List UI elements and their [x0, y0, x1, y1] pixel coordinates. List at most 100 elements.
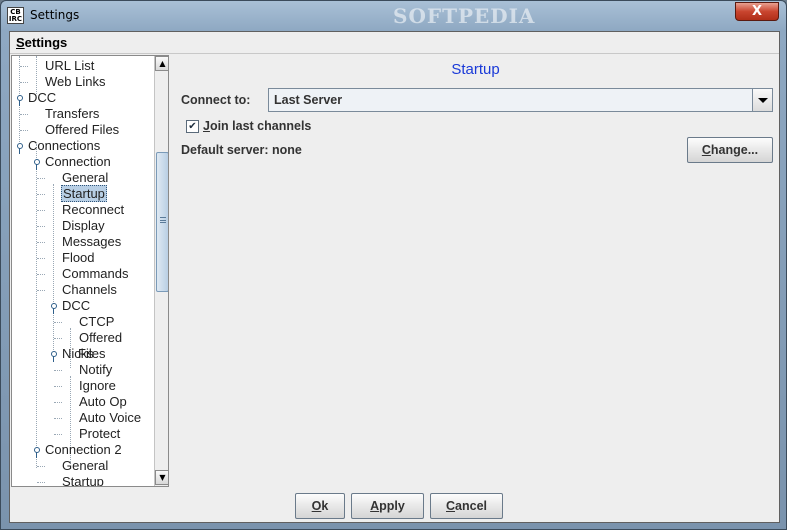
tree-item[interactable]: Transfers [44, 106, 100, 122]
tree-connector [37, 274, 45, 275]
tree-item[interactable]: DCC [27, 90, 57, 106]
tree-item-label: Startup [61, 185, 107, 202]
connect-to-value: Last Server [274, 93, 343, 107]
scroll-thumb[interactable] [156, 152, 168, 292]
tree-item-label: Protect [79, 426, 121, 441]
watermark: SOFTPEDIA [393, 4, 536, 28]
tree-item-label: Display [62, 218, 105, 233]
tree-item[interactable]: Offered Files [44, 122, 120, 138]
tree-item[interactable]: Web Links [44, 74, 106, 90]
settings-window: CB IRC Settings SOFTPEDIA X Settings URL… [0, 0, 787, 530]
tree-item-label: Connections [28, 138, 101, 153]
tree-item[interactable]: CTCP [78, 314, 115, 330]
tree-expand-handle-icon[interactable] [15, 138, 23, 154]
tree-item-label: URL List [45, 58, 95, 73]
apply-button[interactable]: Apply [351, 493, 424, 519]
dialog-button-bar: Ok Apply Cancel [10, 488, 779, 522]
connect-to-select[interactable]: Last Server [268, 88, 773, 112]
tree-expand-handle-icon[interactable] [49, 346, 57, 362]
tree-item[interactable]: General [61, 458, 109, 474]
window-title: Settings [30, 8, 80, 22]
ok-button[interactable]: Ok [295, 493, 345, 519]
title-bar[interactable]: CB IRC Settings SOFTPEDIA X [1, 1, 786, 30]
tree-item-label: DCC [62, 298, 91, 313]
tree-expand-handle-icon[interactable] [32, 154, 40, 170]
tree-connector [37, 258, 45, 259]
tree-item[interactable]: Display [61, 218, 106, 234]
content-panel: Startup Connect to: Last Server ✔ Join l… [172, 55, 779, 487]
tree-scrollbar[interactable]: ▲ ▼ [154, 56, 168, 486]
tree-item-label: Auto Op [79, 394, 127, 409]
tree-item-label: Nicks [62, 346, 94, 361]
tree-connector [54, 370, 62, 371]
tree-item-label: General [62, 170, 109, 185]
tree-connector [54, 402, 62, 403]
tree-expand-handle-icon[interactable] [15, 90, 23, 106]
tree-item[interactable]: DCC [61, 298, 91, 314]
join-last-channels-checkbox[interactable]: ✔ [186, 120, 199, 133]
tree-item-label: Web Links [45, 74, 106, 89]
default-server-label: Default server: none [181, 143, 302, 157]
tree-item-label: Messages [62, 234, 122, 249]
tree-connector [37, 466, 45, 467]
settings-tree-panel: URL List Web Links DCC Transfers Offered Fil… [11, 55, 169, 487]
tree-connector [20, 130, 28, 131]
tree-connector [54, 338, 62, 339]
tree-item-label: Flood [62, 250, 95, 265]
tree-item[interactable]: Auto Voice [78, 410, 142, 426]
tree-item-label: Transfers [45, 106, 100, 121]
tree-connector [54, 418, 62, 419]
tree-item-label: Offered Files [45, 122, 120, 137]
tree-item[interactable]: Protect [78, 426, 121, 442]
tree-item-label: Connection [45, 154, 111, 169]
tree-item[interactable]: Offered Files [78, 330, 154, 361]
menu-bar: Settings [10, 32, 779, 54]
join-last-channels-label[interactable]: Join last channels [203, 119, 311, 133]
tree-item[interactable]: Reconnect [61, 202, 125, 218]
tree-connector [37, 482, 45, 483]
tree-connector [20, 66, 28, 67]
tree-item-label: Startup [62, 474, 104, 486]
tree-connector [54, 386, 62, 387]
tree-item[interactable]: Flood [61, 250, 96, 266]
tree-connector [20, 114, 28, 115]
tree-item[interactable]: General [61, 170, 109, 186]
scroll-up-button[interactable]: ▲ [155, 56, 168, 71]
close-button[interactable]: X [735, 2, 779, 21]
tree-item-label: Connection 2 [45, 442, 122, 457]
app-icon: CB IRC [7, 7, 24, 24]
tree-item-label: Channels [62, 282, 117, 297]
menu-settings[interactable]: Settings [16, 35, 67, 50]
tree-item[interactable]: Connection [44, 154, 112, 170]
change-button[interactable]: Change... [687, 137, 773, 163]
tree-item[interactable]: Commands [61, 266, 129, 282]
tree-item[interactable]: Messages [61, 234, 122, 250]
tree-connector [54, 322, 62, 323]
tree-item[interactable]: Connection 2 [44, 442, 123, 458]
tree-item[interactable]: Notify [78, 362, 113, 378]
tree-connector [20, 82, 28, 83]
tree-item-label: General [62, 458, 109, 473]
tree-expand-handle-icon[interactable] [49, 298, 57, 314]
tree-item-label: Ignore [79, 378, 116, 393]
tree-item[interactable]: Channels [61, 282, 118, 298]
tree-item[interactable]: Nicks [61, 346, 95, 362]
tree-item[interactable]: Auto Op [78, 394, 128, 410]
tree-item[interactable]: Connections [27, 138, 101, 154]
tree-connector [37, 242, 45, 243]
tree-connector [37, 290, 45, 291]
tree-item-label: CTCP [79, 314, 115, 329]
cancel-button[interactable]: Cancel [430, 493, 503, 519]
connect-to-label: Connect to: [181, 93, 251, 107]
tree-connector [37, 210, 45, 211]
chevron-down-icon[interactable] [752, 89, 772, 111]
tree-item[interactable]: URL List [44, 58, 95, 74]
tree-expand-handle-icon[interactable] [32, 442, 40, 458]
tree-item[interactable]: Startup [61, 474, 105, 486]
tree-item[interactable]: Ignore [78, 378, 117, 394]
tree-connector [54, 434, 62, 435]
tree-item-label: Notify [79, 362, 113, 377]
tree-item[interactable]: Startup [61, 185, 107, 202]
scroll-down-button[interactable]: ▼ [155, 470, 168, 485]
tree-connector [37, 226, 45, 227]
